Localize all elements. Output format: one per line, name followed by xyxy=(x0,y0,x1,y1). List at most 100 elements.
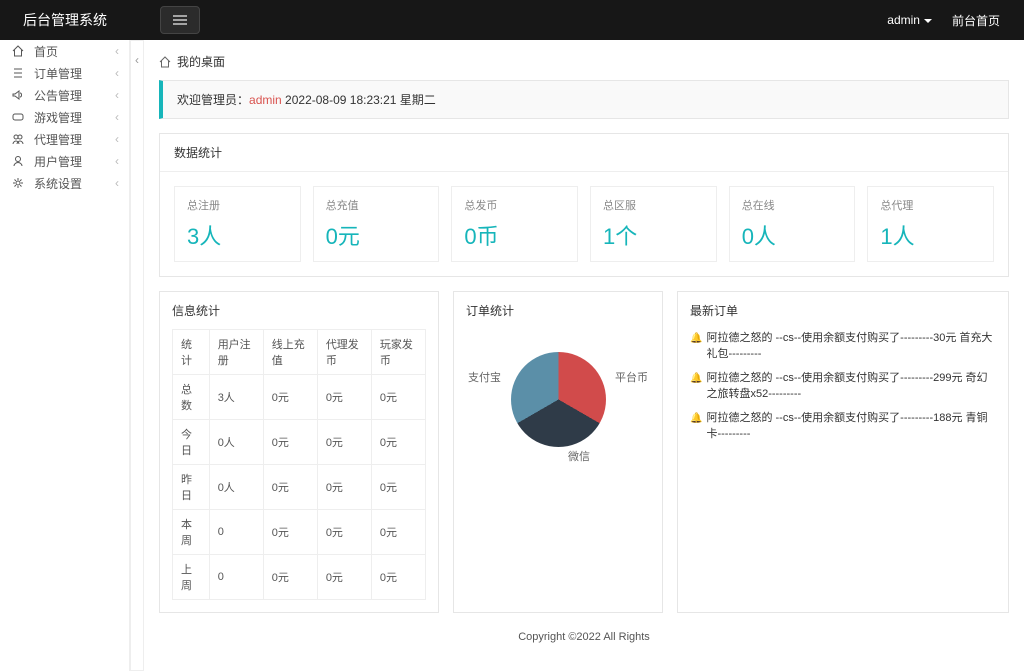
welcome-datetime: 2022-08-09 18:23:21 星期二 xyxy=(285,93,436,107)
sidebar-item-label: 代理管理 xyxy=(34,131,82,148)
table-row: 上周00元0元0元 xyxy=(173,555,426,600)
table-cell: 0元 xyxy=(317,555,371,600)
stat-card: 总区服1个 xyxy=(590,186,717,262)
order-row: 🔔 阿拉德之怒的 --cs--使用余额支付购买了---------30元 首充大礼… xyxy=(690,329,996,361)
topbar-right: admin 前台首页 xyxy=(887,12,1024,29)
stat-label: 总代理 xyxy=(880,197,981,213)
home-icon xyxy=(159,56,171,68)
table-cell: 0元 xyxy=(263,465,317,510)
stat-label: 总在线 xyxy=(742,197,843,213)
sidebar-item-label: 订单管理 xyxy=(34,65,82,82)
stat-label: 总注册 xyxy=(187,197,288,213)
stat-value: 3人 xyxy=(187,219,288,251)
table-cell: 0元 xyxy=(263,510,317,555)
table-cell: 总数 xyxy=(173,375,210,420)
chart-label-alipay: 支付宝 xyxy=(468,369,501,385)
table-cell: 0元 xyxy=(317,375,371,420)
stat-card: 总在线 0人 xyxy=(729,186,856,262)
chart-label-wechat: 微信 xyxy=(568,448,590,464)
welcome-banner: 欢迎管理员：admin 2022-08-09 18:23:21 星期二 xyxy=(159,80,1009,119)
table-cell: 0元 xyxy=(371,375,425,420)
stat-label: 总充值 xyxy=(326,197,427,213)
user-menu[interactable]: admin xyxy=(887,13,932,27)
order-text: 阿拉德之怒的 --cs--使用余额支付购买了---------30元 首充大礼包… xyxy=(706,329,996,361)
stat-value: 0元 xyxy=(326,219,427,251)
orders-panel: 最新订单 🔔 阿拉德之怒的 --cs--使用余额支付购买了---------30元… xyxy=(677,291,1009,613)
sidebar-collapse-button[interactable]: ‹ xyxy=(130,40,144,671)
home-icon xyxy=(12,45,26,57)
table-header: 线上充值 xyxy=(263,330,317,375)
table-cell: 0元 xyxy=(263,555,317,600)
sidebar-item-label: 游戏管理 xyxy=(34,109,82,126)
stats-panel: 数据统计 总注册 3人 总充值 0元总发币0币总区服1个 总在线 0人 总代理 1人 xyxy=(159,133,1009,277)
info-table: 统计用户注册线上充值代理发币玩家发币总数3人0元0元0元今日0人0元0元0元昨日… xyxy=(172,329,426,600)
table-cell: 3人 xyxy=(209,375,263,420)
topbar: 后台管理系统 admin 前台首页 xyxy=(0,0,1024,40)
table-cell: 0元 xyxy=(263,420,317,465)
sidebar-item-label: 首页 xyxy=(34,43,58,60)
table-cell: 0人 xyxy=(209,420,263,465)
chart-title: 订单统计 xyxy=(466,302,650,319)
table-cell: 0元 xyxy=(371,420,425,465)
sidebar-item-label: 公告管理 xyxy=(34,87,82,104)
sidebar-item-user[interactable]: 用户管理 ‹ xyxy=(0,150,129,172)
front-link[interactable]: 前台首页 xyxy=(952,12,1000,29)
table-cell: 0元 xyxy=(317,510,371,555)
welcome-user: admin xyxy=(249,93,282,107)
sidebar-item-agent[interactable]: 代理管理‹ xyxy=(0,128,129,150)
welcome-prefix: 欢迎管理员： xyxy=(177,93,249,107)
info-table-title: 信息统计 xyxy=(172,302,426,319)
chevron-left-icon: ‹ xyxy=(115,88,119,102)
table-row: 总数3人0元0元0元 xyxy=(173,375,426,420)
sidebar-item-orders[interactable]: 订单管理 ‹ xyxy=(0,62,129,84)
sidebar-item-label: 用户管理 xyxy=(34,153,82,170)
table-cell: 0元 xyxy=(317,465,371,510)
order-row: 🔔阿拉德之怒的 --cs--使用余额支付购买了---------299元 奇幻之… xyxy=(690,369,996,401)
order-text: 阿拉德之怒的 --cs--使用余额支付购买了---------188元 青铜卡-… xyxy=(706,409,996,441)
table-cell: 0元 xyxy=(371,465,425,510)
sidebar-item-settings[interactable]: 系统设置 ‹ xyxy=(0,172,129,194)
table-cell: 昨日 xyxy=(173,465,210,510)
order-text: 阿拉德之怒的 --cs--使用余额支付购买了---------299元 奇幻之旅… xyxy=(706,369,996,401)
stat-card: 总注册 3人 xyxy=(174,186,301,262)
stat-label: 总发币 xyxy=(464,197,565,213)
chevron-left-icon: ‹ xyxy=(115,66,119,80)
info-table-panel: 信息统计 统计用户注册线上充值代理发币玩家发币总数3人0元0元0元今日0人0元0… xyxy=(159,291,439,613)
table-cell: 0元 xyxy=(371,510,425,555)
menu-toggle-button[interactable] xyxy=(160,6,200,34)
chevron-left-icon: ‹ xyxy=(115,176,119,190)
table-header: 用户注册 xyxy=(209,330,263,375)
sidebar: 首页 ‹ 订单管理 ‹ 公告管理 ‹ 游戏管理‹ 代理管理‹ 用户管理 ‹ 系统设置 ‹ xyxy=(0,40,130,671)
stat-value: 1人 xyxy=(880,219,981,251)
user-icon xyxy=(12,155,26,167)
table-header: 代理发币 xyxy=(317,330,371,375)
stats-panel-title: 数据统计 xyxy=(160,134,1008,172)
table-cell: 上周 xyxy=(173,555,210,600)
order-row: 🔔阿拉德之怒的 --cs--使用余额支付购买了---------188元 青铜卡… xyxy=(690,409,996,441)
users-icon xyxy=(12,133,26,145)
stat-value: 0人 xyxy=(742,219,843,251)
table-header: 玩家发币 xyxy=(371,330,425,375)
stat-card: 总充值 0元 xyxy=(313,186,440,262)
bell-icon: 🔔 xyxy=(690,333,702,344)
sidebar-item-announce[interactable]: 公告管理 ‹ xyxy=(0,84,129,106)
main-content: 我的桌面 欢迎管理员：admin 2022-08-09 18:23:21 星期二… xyxy=(144,40,1024,671)
stat-card: 总发币0币 xyxy=(451,186,578,262)
table-cell: 今日 xyxy=(173,420,210,465)
gear-icon xyxy=(12,177,26,189)
chevron-left-icon: ‹ xyxy=(115,154,119,168)
orders-title: 最新订单 xyxy=(690,302,996,319)
app-title: 后台管理系统 xyxy=(0,10,130,30)
hamburger-icon xyxy=(173,15,187,25)
list-icon xyxy=(12,67,26,79)
sidebar-item-home[interactable]: 首页 ‹ xyxy=(0,40,129,62)
sidebar-item-game[interactable]: 游戏管理‹ xyxy=(0,106,129,128)
breadcrumb: 我的桌面 xyxy=(159,53,1009,70)
sidebar-item-label: 系统设置 xyxy=(34,175,82,192)
chart-panel: 订单统计 平台币 微信 支付宝 xyxy=(453,291,663,613)
stat-card: 总代理 1人 xyxy=(867,186,994,262)
table-cell: 0 xyxy=(209,510,263,555)
stat-label: 总区服 xyxy=(603,197,704,213)
table-cell: 0元 xyxy=(263,375,317,420)
chevron-left-icon: ‹ xyxy=(115,44,119,58)
